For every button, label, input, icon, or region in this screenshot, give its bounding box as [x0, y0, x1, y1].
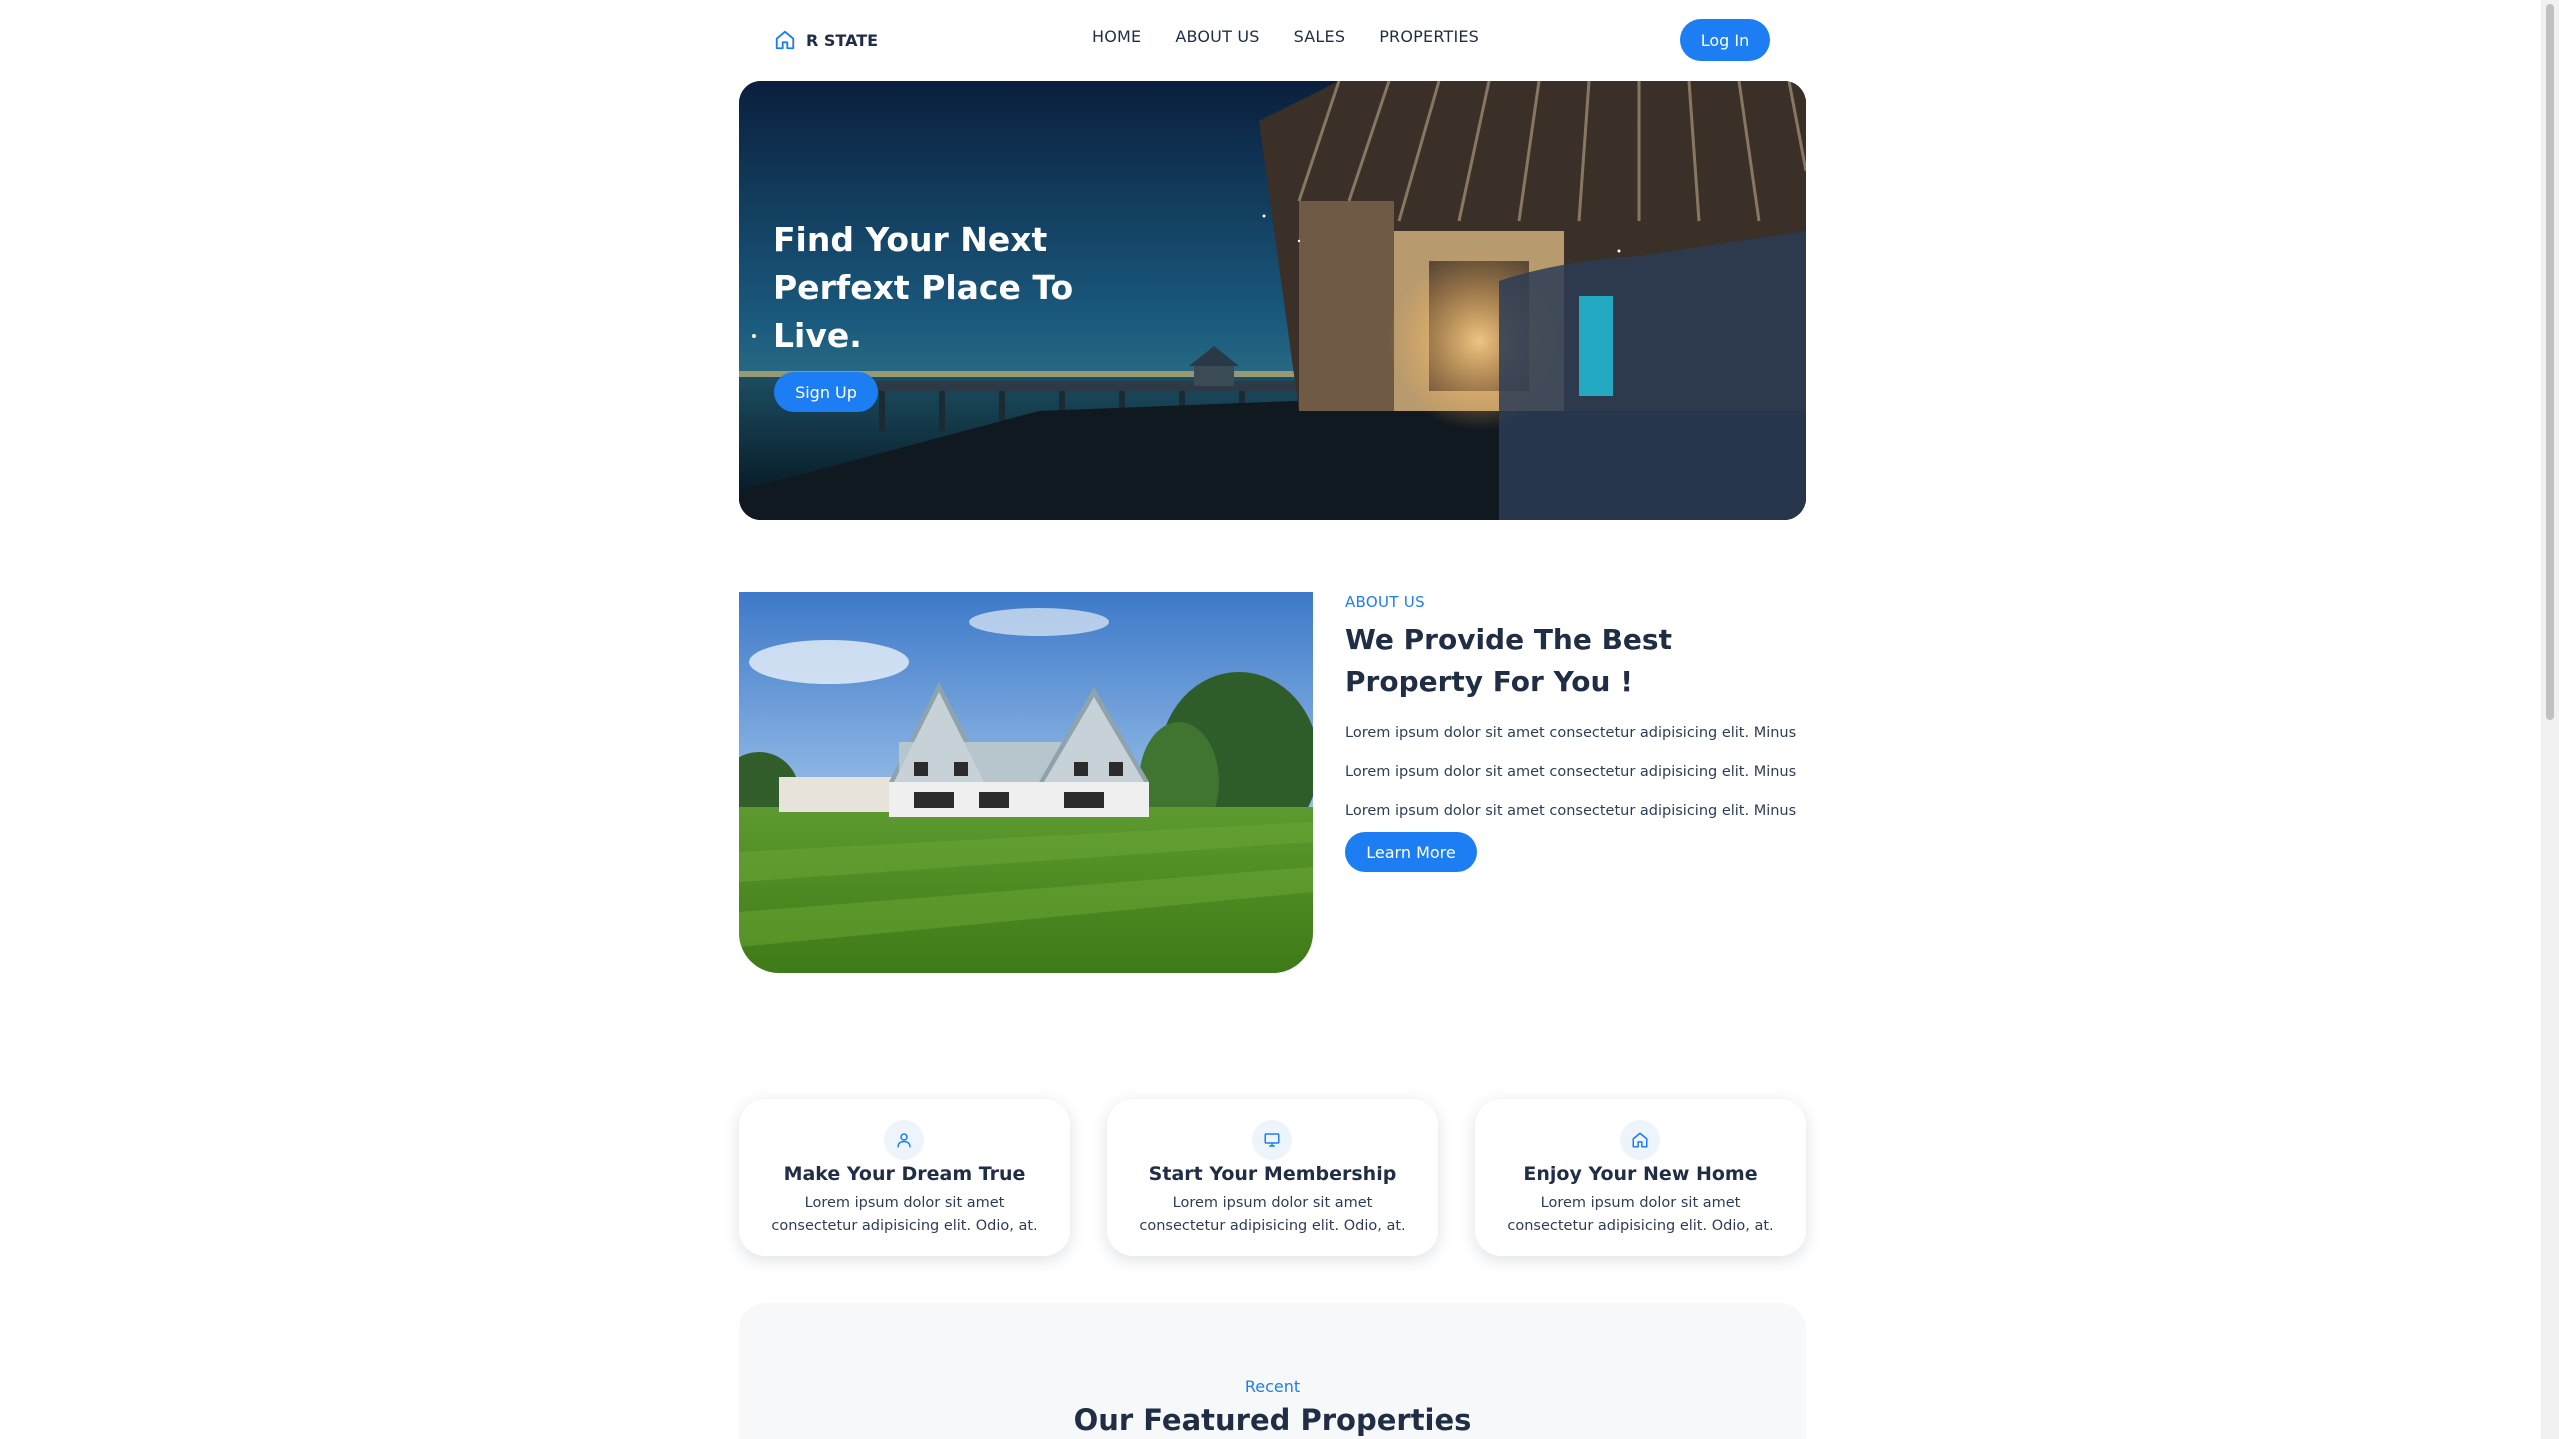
feature-title: Make Your Dream True: [783, 1163, 1026, 1185]
feature-description: Lorem ipsum dolor sit amet consectetur a…: [1139, 1195, 1406, 1234]
scrollbar-thumb[interactable]: [2546, 4, 2554, 720]
home-icon: [1620, 1120, 1660, 1160]
feature-title: Start Your Membership: [1148, 1163, 1397, 1185]
hero-banner: Find Your Next Perfext Place To Live. Si…: [739, 81, 1806, 520]
about-paragraph: Lorem ipsum dolor sit amet consectetur a…: [1345, 764, 1797, 780]
page-scrollbar[interactable]: [2541, 0, 2559, 1439]
user-icon: [884, 1120, 924, 1160]
login-button[interactable]: Log In: [1680, 19, 1770, 61]
feature-description: Lorem ipsum dolor sit amet consectetur a…: [1507, 1195, 1774, 1234]
learn-more-button[interactable]: Learn More: [1345, 832, 1477, 872]
about-house-image: [739, 592, 1313, 973]
nav-link-sales[interactable]: SALES: [1294, 27, 1346, 46]
brand-name: R STATE: [806, 30, 879, 50]
about-paragraph: Lorem ipsum dolor sit amet consectetur a…: [1345, 803, 1797, 819]
feature-description: Lorem ipsum dolor sit amet consectetur a…: [771, 1195, 1038, 1234]
feature-card: Make Your Dream True Lorem ipsum dolor s…: [739, 1099, 1070, 1256]
nav-menu: HOME ABOUT US SALES PROPERTIES: [1092, 27, 1479, 46]
about-kicker: ABOUT US: [1345, 593, 1425, 611]
about-section: ABOUT US We Provide The Best Property Fo…: [1345, 593, 1807, 872]
nav-link-properties[interactable]: PROPERTIES: [1379, 27, 1479, 46]
feature-card: Enjoy Your New Home Lorem ipsum dolor si…: [1475, 1099, 1806, 1256]
home-icon: [775, 30, 795, 50]
monitor-icon: [1252, 1120, 1292, 1160]
brand-logo[interactable]: R STATE: [774, 26, 878, 54]
feature-title: Enjoy Your New Home: [1523, 1163, 1758, 1185]
feature-card: Start Your Membership Lorem ipsum dolor …: [1107, 1099, 1438, 1256]
features-section: Make Your Dream True Lorem ipsum dolor s…: [739, 1099, 1806, 1256]
nav-link-about-us[interactable]: ABOUT US: [1175, 27, 1259, 46]
page: R STATE HOME ABOUT US SALES PROPERTIES L…: [0, 0, 2559, 1439]
featured-properties-section: Recent Our Featured Properties: [739, 1303, 1806, 1439]
hero-title: Find Your Next Perfext Place To Live.: [773, 220, 1074, 355]
featured-title: Our Featured Properties: [1073, 1403, 1472, 1437]
featured-kicker: Recent: [1244, 1377, 1301, 1396]
navbar: R STATE HOME ABOUT US SALES PROPERTIES L…: [739, 0, 1806, 80]
nav-link-home[interactable]: HOME: [1092, 27, 1141, 46]
about-paragraph: Lorem ipsum dolor sit amet consectetur a…: [1345, 725, 1797, 741]
about-heading: We Provide The Best Property For You !: [1345, 623, 1672, 698]
signup-button[interactable]: Sign Up: [774, 372, 878, 412]
